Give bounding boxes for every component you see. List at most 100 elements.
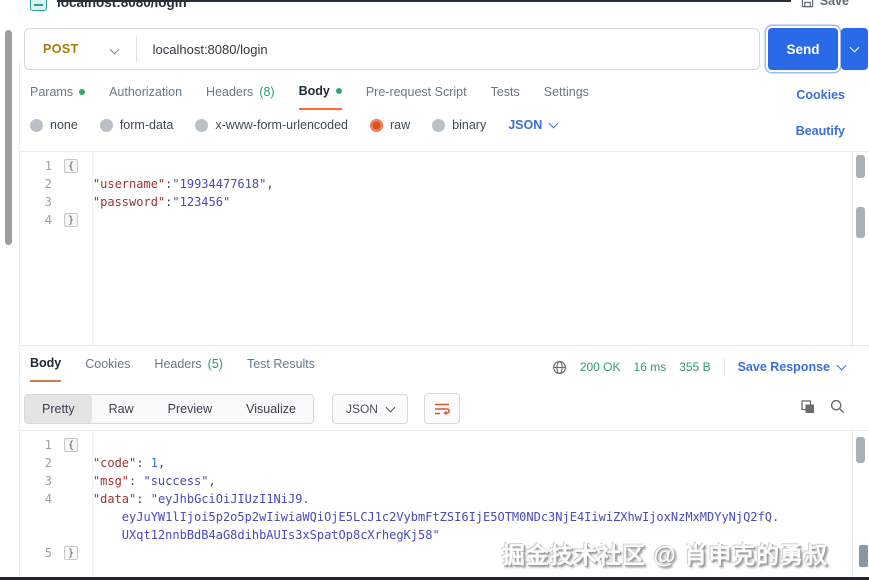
- code-token: "msg": [92, 474, 130, 488]
- save-response-button[interactable]: Save Response: [737, 360, 847, 374]
- search-icon[interactable]: [830, 399, 845, 414]
- request-language-label: JSON: [508, 118, 543, 132]
- response-size[interactable]: 355 B: [679, 360, 710, 374]
- response-tab-headers[interactable]: Headers (5): [154, 356, 223, 382]
- request-url-bar: POST localhost:8080/login: [24, 28, 760, 70]
- code-token: "code": [92, 456, 137, 470]
- response-tabs: Body Cookies Headers (5) Test Results: [30, 356, 315, 382]
- tab-label: Headers: [154, 357, 202, 371]
- tab-label: Body: [298, 84, 330, 98]
- request-tab-icon: [30, 0, 47, 11]
- send-button[interactable]: Send: [768, 28, 838, 70]
- body-type-x-www-form-urlencoded[interactable]: x-www-form-urlencoded: [195, 118, 348, 132]
- right-scrollbar-thumb[interactable]: [859, 545, 868, 567]
- code-line[interactable]: 3 "password": "123456": [20, 193, 869, 211]
- view-pretty[interactable]: Pretty: [25, 394, 92, 423]
- view-raw[interactable]: Raw: [92, 395, 151, 423]
- tab-label: Test Results: [246, 357, 316, 371]
- method-selector[interactable]: POST: [43, 42, 79, 56]
- method-chevron-icon[interactable]: [109, 40, 120, 58]
- tab-params[interactable]: Params: [30, 84, 86, 110]
- tab-headers[interactable]: Headers (8): [206, 84, 275, 110]
- code-token: :: [136, 456, 151, 470]
- wrap-text-icon: [434, 403, 450, 415]
- code-line[interactable]: 4 "data": "eyJhbGciOiJIUzI1NiJ9.: [20, 490, 869, 508]
- cookies-link[interactable]: Cookies: [796, 88, 845, 102]
- code-token: "username": [92, 177, 166, 191]
- line-number: 2: [44, 456, 52, 470]
- radio-icon: [370, 118, 383, 132]
- scrollbar-thumb[interactable]: [856, 155, 865, 178]
- chevron-down-icon: [548, 118, 559, 129]
- fold-marker[interactable]: }: [64, 213, 79, 227]
- send-options-chevron[interactable]: [841, 28, 868, 70]
- code-token: ,: [208, 474, 216, 488]
- tab-label: Body: [30, 356, 62, 370]
- tab-count-badge: (5): [207, 357, 223, 371]
- network-globe-icon[interactable]: [552, 360, 567, 375]
- fold-marker[interactable]: }: [64, 546, 79, 560]
- body-type-options: none form-data x-www-form-urlencoded raw bin…: [30, 118, 559, 132]
- code-line[interactable]: 2 "code": 1,: [20, 454, 869, 472]
- response-view-row: Pretty Raw Preview Visualize JSON: [24, 393, 460, 424]
- code-token: "data": [92, 492, 137, 506]
- fold-marker[interactable]: {: [64, 438, 79, 452]
- scrollbar-marker[interactable]: [856, 207, 865, 238]
- code-line[interactable]: 1{: [20, 436, 869, 454]
- tab-authorization[interactable]: Authorization: [109, 84, 182, 110]
- url-bar-divider: [135, 36, 137, 62]
- save-button[interactable]: Save: [801, 0, 849, 8]
- body-type-form-data[interactable]: form-data: [99, 118, 174, 132]
- tab-body[interactable]: Body: [298, 84, 342, 110]
- wrap-text-button[interactable]: [423, 393, 460, 424]
- response-language-dropdown[interactable]: JSON: [331, 393, 408, 424]
- code-token: "eyJhbGciOiJIUzI1NiJ9.: [150, 492, 310, 506]
- save-response-label: Save Response: [737, 360, 830, 374]
- code-token: UXqt12nnbBdB4aG8dihbAUIs3xSpatOp8cXrhegK…: [121, 528, 440, 542]
- code-token: ,: [266, 177, 274, 191]
- left-scrollbar-thumb[interactable]: [5, 30, 12, 245]
- code-line[interactable]: eyJuYW1lIjoi5p2o5p2wIiwiaWQiOjE5LCJ1c2Vy…: [20, 508, 869, 526]
- response-time[interactable]: 16 ms: [634, 360, 667, 374]
- code-token: :: [129, 474, 144, 488]
- body-type-binary[interactable]: binary: [432, 118, 486, 132]
- response-tab-test-results[interactable]: Test Results: [247, 356, 315, 382]
- tab-tests[interactable]: Tests: [491, 84, 520, 110]
- request-language-dropdown[interactable]: JSON: [508, 118, 559, 132]
- code-line[interactable]: 2 "username": "19934477618",: [20, 175, 869, 193]
- radio-icon: [30, 118, 43, 132]
- beautify-link[interactable]: Beautify: [796, 124, 845, 138]
- request-editor-scrollbar[interactable]: [852, 152, 867, 345]
- view-visualize[interactable]: Visualize: [229, 395, 313, 423]
- line-number: [20, 508, 64, 526]
- fold-marker[interactable]: {: [64, 159, 79, 173]
- request-tab-title[interactable]: localhost:8080/login: [57, 0, 187, 10]
- line-number: 1: [44, 438, 52, 452]
- request-body-editor[interactable]: 1{2 "username": "19934477618", 3 "password…: [20, 151, 869, 346]
- code-line[interactable]: 1{: [20, 157, 869, 175]
- status-badge[interactable]: 200 OK: [580, 360, 621, 374]
- copy-icon[interactable]: [801, 399, 815, 414]
- code-token: "success": [143, 474, 209, 488]
- code-token: "password": [92, 195, 166, 209]
- chevron-down-icon: [836, 360, 847, 371]
- floppy-save-icon: [801, 0, 814, 7]
- tab-pre-request-script[interactable]: Pre-request Script: [366, 84, 467, 110]
- response-tab-body[interactable]: Body: [30, 356, 62, 382]
- code-line[interactable]: 4}: [20, 211, 869, 229]
- radio-label: none: [50, 118, 78, 132]
- scrollbar-thumb[interactable]: [856, 437, 865, 463]
- body-type-raw[interactable]: raw: [370, 118, 410, 132]
- code-token: :: [165, 195, 173, 209]
- response-tab-cookies[interactable]: Cookies: [85, 356, 130, 382]
- view-preview[interactable]: Preview: [151, 395, 229, 423]
- meta-divider: [723, 358, 725, 376]
- tab-count-badge: (8): [259, 85, 275, 99]
- code-line[interactable]: 3 "msg": "success",: [20, 472, 869, 490]
- url-input[interactable]: localhost:8080/login: [153, 42, 268, 57]
- tab-settings[interactable]: Settings: [544, 84, 589, 110]
- radio-label: form-data: [119, 118, 174, 132]
- body-type-none[interactable]: none: [30, 118, 78, 132]
